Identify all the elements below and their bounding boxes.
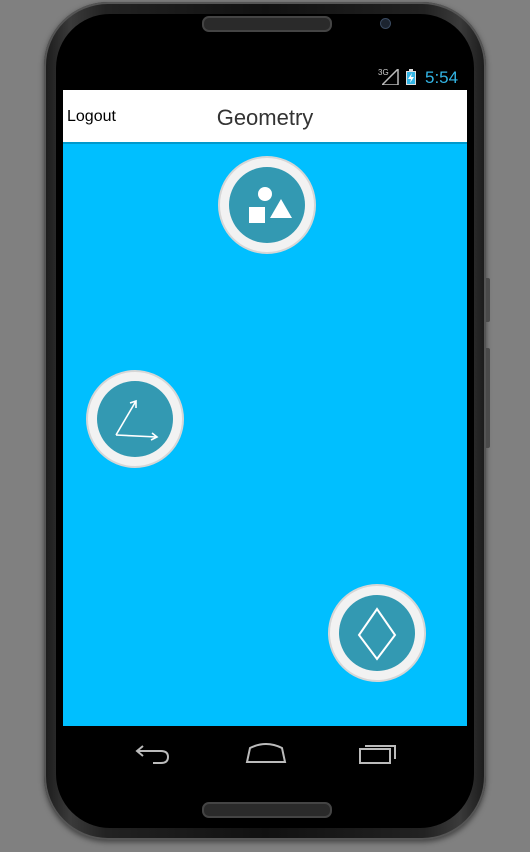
bottom-speaker xyxy=(202,802,332,818)
recents-icon[interactable] xyxy=(357,738,401,766)
navigation-bar xyxy=(63,726,467,780)
screen: 3G 5:54 Logout Geometry xyxy=(63,64,467,780)
content-area xyxy=(63,144,467,726)
home-icon[interactable] xyxy=(244,738,288,766)
action-bar: Logout Geometry xyxy=(63,90,467,144)
signal-icon xyxy=(382,69,399,85)
volume-button[interactable] xyxy=(486,348,490,448)
battery-charging-icon xyxy=(406,69,416,85)
angles-button[interactable] xyxy=(88,372,182,466)
clock: 5:54 xyxy=(425,68,459,87)
power-button[interactable] xyxy=(486,278,490,322)
rhombus-button[interactable] xyxy=(330,586,424,680)
shapes-button[interactable] xyxy=(220,158,314,252)
rhombus-icon xyxy=(357,607,397,661)
angle-icon xyxy=(115,399,159,441)
back-icon[interactable] xyxy=(133,738,173,766)
shapes-icon xyxy=(249,187,292,223)
page-title: Geometry xyxy=(216,105,314,130)
earpiece-speaker xyxy=(202,16,332,32)
front-camera xyxy=(380,18,391,29)
status-bar: 3G 5:54 xyxy=(63,64,467,90)
